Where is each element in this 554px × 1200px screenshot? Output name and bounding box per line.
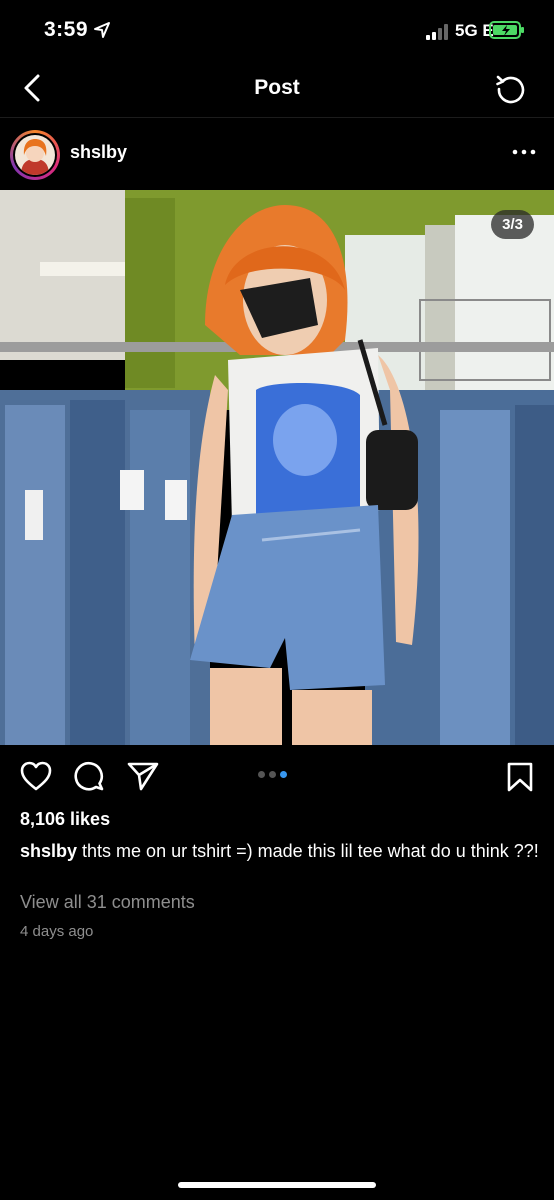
more-icon[interactable] bbox=[512, 148, 536, 156]
photo-image bbox=[0, 190, 554, 745]
avatar[interactable] bbox=[10, 130, 60, 180]
caption-text: thts me on ur tshirt =) made this lil te… bbox=[77, 841, 539, 861]
save-icon[interactable] bbox=[506, 761, 534, 793]
carousel-dots bbox=[258, 771, 287, 778]
view-comments-link[interactable]: View all 31 comments bbox=[20, 892, 195, 913]
network-label: 5G E bbox=[455, 21, 494, 40]
post-photo[interactable]: 3/3 bbox=[0, 190, 554, 745]
carousel-dot bbox=[258, 771, 265, 778]
heart-icon[interactable] bbox=[20, 761, 52, 791]
caption: shslby thts me on ur tshirt =) made this… bbox=[20, 840, 540, 863]
refresh-icon[interactable] bbox=[494, 72, 528, 106]
image-counter: 3/3 bbox=[491, 210, 534, 239]
post-username[interactable]: shslby bbox=[70, 142, 127, 163]
post-actions bbox=[0, 755, 554, 799]
home-indicator[interactable] bbox=[178, 1182, 376, 1188]
nav-bar: Post bbox=[0, 62, 554, 118]
avatar-image bbox=[15, 135, 55, 175]
page-title: Post bbox=[254, 76, 300, 99]
comment-icon[interactable] bbox=[72, 760, 104, 792]
status-time: 3:59 bbox=[44, 18, 89, 41]
post-header: shslby bbox=[0, 118, 554, 190]
battery-icon bbox=[489, 21, 524, 39]
caption-username[interactable]: shslby bbox=[20, 841, 77, 861]
likes-count[interactable]: 8,106 likes bbox=[20, 809, 110, 830]
carousel-dot-active bbox=[280, 771, 287, 778]
post-timestamp: 4 days ago bbox=[20, 923, 94, 940]
status-bar: 3:59 5G E bbox=[0, 0, 554, 62]
carousel-dot bbox=[269, 771, 276, 778]
share-icon[interactable] bbox=[127, 761, 159, 791]
location-arrow-icon bbox=[94, 22, 110, 38]
signal-icon bbox=[426, 24, 448, 40]
